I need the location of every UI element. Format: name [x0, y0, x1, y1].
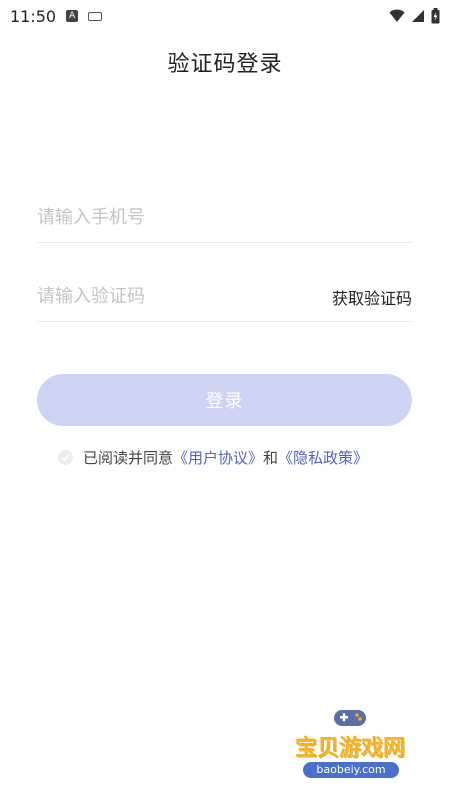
- page-title: 验证码登录: [167, 52, 283, 77]
- phone-field: [37, 193, 412, 243]
- watermark-url: baobeiy.com: [303, 762, 399, 778]
- agreement-row: 已阅读并同意 《用户协议》 和 《隐私政策》: [58, 446, 368, 468]
- status-right: [389, 8, 440, 24]
- login-button[interactable]: 登录: [37, 374, 412, 426]
- signal-icon: [412, 10, 424, 22]
- status-time: 11:50: [10, 6, 57, 26]
- agreement-and: 和: [263, 448, 279, 467]
- status-bar: 11:50 A: [0, 0, 450, 32]
- watermark-logo: 宝贝游戏网 baobeiy.com: [275, 700, 425, 792]
- agreement-prefix: 已阅读并同意: [83, 448, 174, 467]
- phone-input[interactable]: [37, 207, 277, 228]
- check-icon: [61, 453, 70, 461]
- code-field: 获取验证码: [37, 272, 412, 322]
- notification-a-icon: A: [66, 10, 79, 22]
- privacy-policy-link[interactable]: 《隐私政策》: [278, 447, 368, 468]
- get-code-button[interactable]: 获取验证码: [332, 285, 412, 309]
- gamepad-icon: [334, 710, 366, 726]
- user-agreement-link[interactable]: 《用户协议》: [173, 447, 263, 468]
- wifi-icon: [389, 9, 405, 22]
- battery-icon: [431, 8, 440, 24]
- watermark-text: 宝贝游戏网: [294, 736, 405, 761]
- status-left: 11:50 A: [10, 6, 103, 26]
- agreement-checkbox[interactable]: [58, 449, 73, 465]
- keyboard-icon: [88, 11, 103, 21]
- verification-code-input[interactable]: [37, 286, 277, 307]
